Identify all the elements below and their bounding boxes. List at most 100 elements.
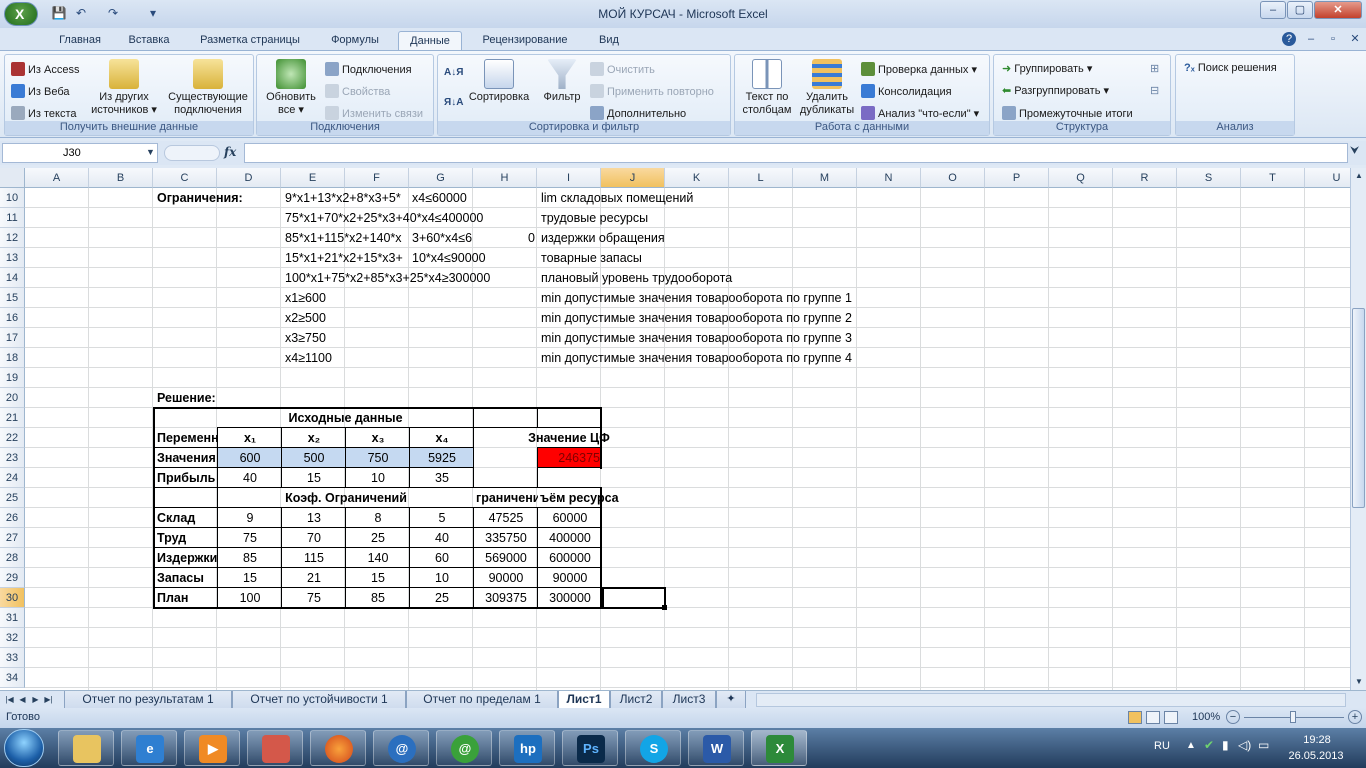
cell-f23[interactable]: 750 — [346, 448, 410, 468]
zoom-out-icon[interactable]: − — [1226, 710, 1240, 724]
spreadsheet-grid[interactable]: ABCDEFGHIJKLMNOPQRSTU 10 11 12 13 14 15 16 17 18… — [0, 168, 1350, 690]
cell-h22[interactable]: Значение ЦФ — [474, 428, 664, 448]
hide-detail-icon[interactable]: ⊟ — [1150, 84, 1159, 97]
cell-i29[interactable]: 90000 — [538, 568, 602, 588]
sheet-tab-list1[interactable]: Лист1 — [558, 691, 610, 708]
taskbar-paint[interactable] — [247, 730, 303, 766]
refresh-all-button[interactable]: Обновить все ▾ — [261, 59, 321, 117]
cell-e27[interactable]: 70 — [282, 528, 346, 548]
tray-expand-icon[interactable]: ▲ — [1186, 740, 1196, 751]
column-header-h[interactable]: H — [473, 168, 537, 188]
sheet-tab-sensitivity-report[interactable]: Отчет по устойчивости 1 — [232, 691, 406, 708]
cell-e15[interactable]: x1≥600 — [283, 288, 328, 308]
text-to-columns-button[interactable]: Текст по столбцам — [737, 59, 797, 117]
column-header-p[interactable]: P — [985, 168, 1049, 188]
help-icon[interactable]: ? — [1282, 32, 1296, 46]
cell-i15[interactable]: min допустимые значения товарооборота по… — [539, 288, 854, 308]
zoom-slider-thumb[interactable] — [1290, 711, 1296, 723]
insert-function-icon[interactable]: fx — [224, 145, 236, 159]
data-validation-button[interactable]: Проверка данных ▾ — [861, 62, 977, 76]
sort-za-icon[interactable]: Я↓A — [444, 97, 463, 108]
column-header-r[interactable]: R — [1113, 168, 1177, 188]
cell-i14[interactable]: плановый уровень трудооборота — [539, 268, 734, 288]
start-button[interactable] — [4, 729, 44, 767]
column-header-o[interactable]: O — [921, 168, 985, 188]
cell-h27[interactable]: 335750 — [474, 528, 538, 548]
cell-c29[interactable]: Запасы — [155, 568, 218, 588]
column-header-b[interactable]: B — [89, 168, 153, 188]
row-header-33[interactable]: 33 — [0, 648, 25, 668]
zoom-in-icon[interactable]: + — [1348, 710, 1362, 724]
scroll-thumb[interactable] — [1352, 308, 1365, 508]
sheet-tab-list2[interactable]: Лист2 — [610, 691, 662, 708]
horizontal-scrollbar[interactable] — [756, 693, 1346, 707]
cell-f27[interactable]: 25 — [346, 528, 410, 548]
next-sheet-icon[interactable]: ▶ — [30, 693, 41, 706]
column-header-n[interactable]: N — [857, 168, 921, 188]
cell-e17[interactable]: x3≥750 — [283, 328, 328, 348]
taskbar-firefox[interactable] — [310, 730, 366, 766]
cell-f26[interactable]: 8 — [346, 508, 410, 528]
cell-i10[interactable]: lim складовых помещений — [539, 188, 695, 208]
ribbon-restore-icon[interactable]: ▫ — [1326, 32, 1340, 46]
cell-f28[interactable]: 140 — [346, 548, 410, 568]
row-header-25[interactable]: 25 — [0, 488, 25, 508]
row-header-16[interactable]: 16 — [0, 308, 25, 328]
cell-i13[interactable]: товарные запасы — [539, 248, 644, 268]
ungroup-button[interactable]: ⬅ Разгруппировать ▾ — [1002, 84, 1109, 97]
tray-action-center-icon[interactable]: ✔ — [1204, 738, 1214, 752]
sort-button[interactable]: Сортировка — [464, 59, 534, 104]
row-header-34[interactable]: 34 — [0, 668, 25, 688]
cell-f22[interactable]: x₃ — [346, 428, 410, 448]
cell-e26[interactable]: 13 — [282, 508, 346, 528]
cell-f24[interactable]: 10 — [346, 468, 410, 488]
cell-e29[interactable]: 21 — [282, 568, 346, 588]
column-header-k[interactable]: K — [665, 168, 729, 188]
cell-c26[interactable]: Склад — [155, 508, 218, 528]
last-sheet-icon[interactable]: ▶| — [43, 693, 54, 706]
taskbar-hp[interactable]: hp — [499, 730, 555, 766]
close-button[interactable]: ✕ — [1314, 1, 1362, 19]
tab-data[interactable]: Данные — [398, 31, 462, 50]
cell-g10[interactable]: x4≤60000 — [410, 188, 469, 208]
cell-d27[interactable]: 75 — [218, 528, 282, 548]
cell-e30[interactable]: 75 — [282, 588, 346, 608]
cell-e18[interactable]: x4≥1100 — [283, 348, 334, 368]
cell-c27[interactable]: Труд — [155, 528, 218, 548]
cell-e23[interactable]: 500 — [282, 448, 346, 468]
tray-clock-time[interactable]: 19:28 — [1290, 734, 1344, 746]
cell-d26[interactable]: 9 — [218, 508, 282, 528]
cell-i30[interactable]: 300000 — [538, 588, 602, 608]
solver-button[interactable]: ?ₓ Поиск решения — [1184, 62, 1277, 74]
tray-volume-icon[interactable]: ◁) — [1238, 738, 1251, 752]
maximize-button[interactable]: ▢ — [1287, 1, 1313, 19]
cell-d28[interactable]: 85 — [218, 548, 282, 568]
cell-e28[interactable]: 115 — [282, 548, 346, 568]
row-header-30[interactable]: 30 — [0, 588, 25, 608]
cell-g28[interactable]: 60 — [410, 548, 474, 568]
row-header-28[interactable]: 28 — [0, 548, 25, 568]
taskbar-media[interactable]: ▶ — [184, 730, 240, 766]
cell-g22[interactable]: x₄ — [410, 428, 474, 448]
cell-i18[interactable]: min допустимые значения товарооборота по… — [539, 348, 854, 368]
taskbar-excel[interactable]: X — [751, 730, 807, 766]
column-header-t[interactable]: T — [1241, 168, 1305, 188]
scroll-up-icon[interactable]: ▲ — [1352, 168, 1366, 184]
tray-language[interactable]: RU — [1154, 740, 1170, 752]
row-header-15[interactable]: 15 — [0, 288, 25, 308]
cell-e14[interactable]: 100*x1+75*x2+85*x3+25*x4≥300000 — [283, 268, 492, 288]
cell-e12[interactable]: 85*x1+115*x2+140*x — [283, 228, 410, 248]
column-header-m[interactable]: M — [793, 168, 857, 188]
cell-f29[interactable]: 15 — [346, 568, 410, 588]
row-header-24[interactable]: 24 — [0, 468, 25, 488]
row-header-13[interactable]: 13 — [0, 248, 25, 268]
from-web-button[interactable]: Из Веба — [11, 84, 70, 98]
sheet-tab-list3[interactable]: Лист3 — [662, 691, 716, 708]
namebox-dropdown-icon[interactable]: ▼ — [146, 147, 155, 157]
column-header-c[interactable]: C — [153, 168, 217, 188]
tab-review[interactable]: Рецензирование — [470, 31, 580, 50]
subtotal-button[interactable]: Промежуточные итоги — [1002, 106, 1133, 120]
cell-e24[interactable]: 15 — [282, 468, 346, 488]
show-detail-icon[interactable]: ⊞ — [1150, 62, 1159, 75]
row-header-20[interactable]: 20 — [0, 388, 25, 408]
